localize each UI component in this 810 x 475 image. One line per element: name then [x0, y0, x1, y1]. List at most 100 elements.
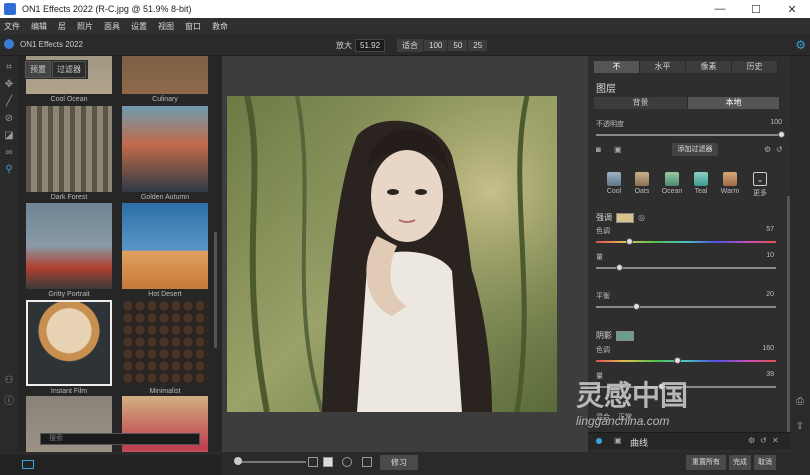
preset-thumb-instant-film[interactable]: Instant Film [26, 300, 112, 395]
move-icon[interactable]: ✥ [0, 79, 18, 90]
window-title: ON1 Effects 2022 (R-C.jpg @ 51.9% 8-bit) [22, 4, 192, 14]
preset-warm[interactable]: Warm [718, 172, 742, 195]
preset-thumb-hot-desert[interactable]: Hot Desert [122, 203, 208, 298]
zoom-fit-button[interactable]: 适合 [397, 39, 424, 52]
crop-icon[interactable]: ⌗ [0, 62, 18, 73]
menu-help[interactable]: 救命 [212, 21, 228, 32]
brush-size-slider[interactable] [236, 461, 306, 463]
balance-value[interactable]: 20 [754, 291, 774, 298]
zoom-tool-icon[interactable]: ⚲ [0, 164, 18, 175]
zoom-value-field[interactable]: 51.92 [355, 39, 386, 52]
watermark-url: lingganchina.com [576, 414, 670, 428]
tab-none[interactable]: 不 [594, 61, 640, 73]
preset-more[interactable]: ⌄ 更多 [748, 172, 772, 198]
mask-icon[interactable]: ▣ [614, 145, 622, 154]
eyedropper-icon[interactable]: ◎ [638, 213, 645, 222]
export-icon[interactable]: ⇪ [790, 421, 810, 432]
close-button[interactable]: ✕ [774, 3, 810, 16]
done-button[interactable]: 完成 [729, 455, 751, 470]
mask-view-icon[interactable] [342, 457, 352, 467]
menu-file[interactable]: 文件 [4, 21, 20, 32]
user-icon[interactable]: ⚇ [0, 375, 18, 386]
cancel-button[interactable]: 取消 [754, 455, 776, 470]
highlight-amount-thumb[interactable] [616, 264, 623, 271]
menu-view[interactable]: 视图 [158, 21, 174, 32]
tab-filters[interactable]: 过滤器 [52, 61, 86, 78]
balance-thumb[interactable] [633, 303, 640, 310]
reset-icon[interactable]: ↺ [776, 145, 783, 154]
browser-tabs: 预置 过滤器 [24, 60, 88, 79]
zoom-100-button[interactable]: 100 [424, 40, 448, 51]
add-filter-button[interactable]: 添加过滤器 [672, 143, 718, 156]
shadow-hue-thumb[interactable] [674, 357, 681, 364]
shadow-hue-value[interactable]: 160 [754, 345, 774, 352]
masking-brush-icon[interactable]: ⊘ [0, 113, 18, 124]
opacity-slider[interactable] [596, 134, 782, 136]
refine-icon[interactable]: ∞ [0, 147, 18, 158]
highlight-hue-thumb[interactable] [626, 238, 633, 245]
balance-slider[interactable] [596, 306, 776, 308]
shadow-hue-slider[interactable] [596, 360, 776, 362]
opacity-value[interactable]: 100 [762, 119, 782, 126]
reset-icon[interactable]: ↺ [760, 436, 767, 445]
menu-edit[interactable]: 编辑 [31, 21, 47, 32]
blend-tabs: 背景 本地 [594, 97, 780, 109]
preset-oats[interactable]: Oats [630, 172, 654, 195]
slider-knob[interactable] [234, 457, 242, 465]
grid-view-icon[interactable] [22, 460, 34, 469]
preset-search-input[interactable]: 搜索 [40, 433, 200, 445]
gradient-icon[interactable]: ◪ [0, 130, 18, 141]
preset-thumb-gritty-portrait[interactable]: Gritty Portrait [26, 203, 112, 298]
settings-gear-icon[interactable]: ⚙ [748, 436, 755, 445]
zoom-50-button[interactable]: 50 [448, 40, 468, 51]
shadow-color-swatch[interactable] [616, 330, 634, 341]
tab-presets[interactable]: 预置 [25, 61, 51, 78]
opacity-slider-thumb[interactable] [778, 131, 785, 138]
camera-icon[interactable]: ◙ [596, 145, 601, 154]
settings-gear-icon[interactable]: ⚙ [764, 145, 771, 154]
preset-ocean[interactable]: Ocean [660, 172, 684, 195]
retouch-button[interactable]: 修习 [380, 455, 418, 470]
help-icon[interactable]: ⓘ [0, 392, 18, 407]
preset-thumb-dark-forest[interactable]: Dark Forest [26, 106, 112, 201]
tab-local[interactable]: 本地 [688, 97, 780, 109]
print-icon[interactable]: ⎙ [790, 396, 810, 407]
gear-icon[interactable]: ⚙ [795, 38, 806, 52]
reset-all-button[interactable]: 重置所有 [686, 455, 726, 470]
tab-pixel[interactable]: 像素 [686, 61, 732, 73]
image-canvas[interactable] [222, 56, 588, 452]
highlight-hue-value[interactable]: 57 [754, 226, 774, 233]
preset-thumb-minimalist[interactable]: Minimalist [122, 300, 208, 395]
tab-level[interactable]: 水平 [640, 61, 686, 73]
curves-filter-bar: ▣ 曲线 ⚙ ↺ ✕ [588, 432, 790, 450]
highlight-color-swatch[interactable] [616, 212, 634, 223]
mask-icon[interactable]: ▣ [614, 436, 622, 445]
brush-icon[interactable]: ╱ [0, 96, 18, 107]
highlight-hue-slider[interactable] [596, 241, 776, 243]
menu-photo[interactable]: 照片 [77, 21, 93, 32]
preset-caption: Culinary [152, 96, 178, 103]
compare-icon[interactable] [362, 457, 372, 467]
menu-mask[interactable]: 面具 [104, 21, 120, 32]
view-square-icon[interactable] [308, 457, 318, 467]
tab-background[interactable]: 背景 [594, 97, 688, 109]
preset-cool[interactable]: Cool [602, 172, 626, 195]
close-icon[interactable]: ✕ [772, 436, 779, 445]
filter-enabled-icon[interactable] [596, 438, 602, 444]
zoom-25-button[interactable]: 25 [468, 40, 488, 51]
preset-thumb-golden-autumn[interactable]: Golden Autumn [122, 106, 208, 201]
tab-history[interactable]: 历史 [732, 61, 778, 73]
minimize-button[interactable]: — [702, 3, 738, 16]
preset-image [26, 106, 112, 192]
preset-teal[interactable]: Teal [689, 172, 713, 195]
menu-window[interactable]: 窗口 [185, 21, 201, 32]
menu-layer[interactable]: 层 [58, 21, 66, 32]
maximize-button[interactable]: ☐ [738, 3, 774, 16]
menu-settings[interactable]: 设置 [131, 21, 147, 32]
highlight-amount-value[interactable]: 10 [754, 252, 774, 259]
view-a-icon[interactable] [323, 457, 333, 467]
shadow-amount-value[interactable]: 39 [754, 371, 774, 378]
preset-thumb-culinary[interactable]: Culinary [122, 56, 208, 103]
highlight-amount-slider[interactable] [596, 267, 776, 269]
browser-scrollbar[interactable] [214, 232, 217, 348]
